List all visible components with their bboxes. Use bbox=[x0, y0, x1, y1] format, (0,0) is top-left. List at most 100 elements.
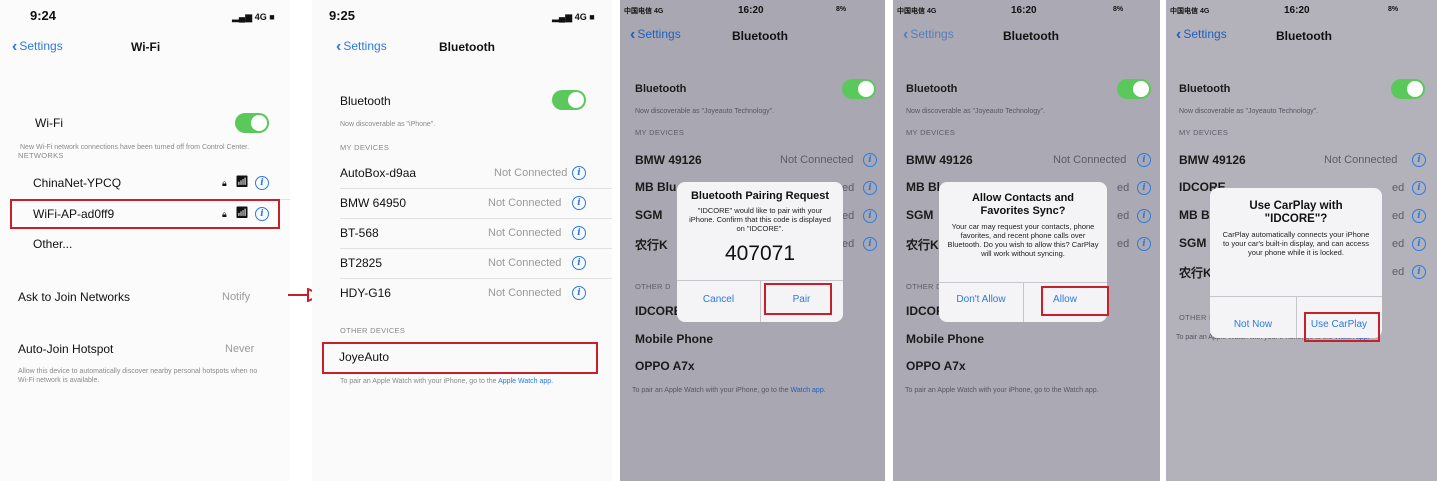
bluetooth-label: Bluetooth bbox=[635, 83, 687, 95]
wifi-settings-screen: 9:24 ▂▄▆ 4G ■ ‹ Settings Wi-Fi Wi-Fi New … bbox=[0, 0, 290, 481]
info-icon[interactable]: i bbox=[1412, 265, 1426, 279]
info-icon[interactable]: i bbox=[1412, 209, 1426, 223]
device-name[interactable]: Mobile Phone bbox=[635, 332, 713, 346]
back-button[interactable]: ‹ Settings bbox=[1176, 26, 1227, 44]
auto-join-note: Allow this device to automatically disco… bbox=[18, 368, 258, 384]
back-button[interactable]: ‹ Settings bbox=[336, 38, 387, 56]
dialog-body: "IDCORE" would like to pair with your iP… bbox=[689, 206, 831, 233]
info-icon[interactable]: i bbox=[1412, 153, 1426, 167]
wifi-toggle[interactable] bbox=[235, 113, 269, 133]
device-row[interactable]: BT2825 Not Connected i bbox=[312, 250, 612, 278]
device-name[interactable]: 农行K bbox=[635, 236, 668, 253]
dialog-title: Use CarPlay with "IDCORE"? bbox=[1249, 200, 1343, 225]
device-name[interactable]: Mobile Phone bbox=[906, 332, 984, 346]
auto-join-value[interactable]: Never bbox=[225, 343, 254, 355]
auto-join-label: Auto-Join Hotspot bbox=[18, 342, 114, 356]
bluetooth-toggle[interactable] bbox=[1117, 79, 1151, 99]
info-icon[interactable]: i bbox=[572, 166, 586, 180]
device-name[interactable]: BMW 49126 bbox=[1179, 153, 1246, 167]
device-name: HDY-G16 bbox=[340, 286, 391, 300]
networks-header: NETWORKS bbox=[18, 151, 64, 160]
device-status: ed bbox=[1392, 238, 1405, 250]
back-button[interactable]: ‹ Settings bbox=[12, 38, 63, 56]
cancel-button[interactable]: Cancel bbox=[677, 294, 760, 305]
status-signal: ▂▄▆ 4G ■ bbox=[232, 12, 275, 22]
not-now-button[interactable]: Not Now bbox=[1210, 319, 1296, 330]
chevron-left-icon: ‹ bbox=[630, 26, 636, 43]
highlight-box bbox=[1304, 312, 1380, 342]
dialog-title: Bluetooth Pairing Request bbox=[690, 190, 830, 202]
info-icon[interactable]: i bbox=[1412, 237, 1426, 251]
info-icon[interactable]: i bbox=[572, 226, 586, 240]
device-status: Not Connected bbox=[1324, 154, 1398, 166]
device-name[interactable]: SGM bbox=[635, 208, 662, 222]
device-name[interactable]: 农行K bbox=[906, 236, 939, 253]
device-row[interactable]: AutoBox-d9aa Not Connected i bbox=[312, 160, 612, 188]
bluetooth-note: Now discoverable as "Joyeauto Technology… bbox=[635, 108, 775, 115]
bluetooth-toggle[interactable] bbox=[842, 79, 876, 99]
status-carrier: 中国电信 4G bbox=[897, 8, 937, 15]
info-icon[interactable]: i bbox=[255, 176, 269, 190]
device-name[interactable]: SGM bbox=[1179, 236, 1206, 250]
other-devices-header: OTHER DEVICES bbox=[340, 326, 406, 335]
device-name[interactable]: 农行K bbox=[1179, 264, 1212, 281]
info-icon[interactable]: i bbox=[863, 153, 877, 167]
carplay-prompt-screen: 中国电信 4G 16:20 8% ‹ Settings Bluetooth Blu… bbox=[1166, 0, 1437, 481]
device-name[interactable]: OPPO A7x bbox=[635, 359, 695, 373]
highlight-box bbox=[322, 342, 598, 374]
status-time: 16:20 bbox=[1284, 5, 1310, 16]
watch-app-link[interactable]: Watch app. bbox=[791, 387, 826, 394]
device-status: ed bbox=[842, 210, 855, 222]
bluetooth-note: Now discoverable as "iPhone". bbox=[340, 121, 436, 128]
device-row[interactable]: BMW 64950 Not Connected i bbox=[312, 190, 612, 218]
device-status: ed bbox=[1392, 266, 1405, 278]
page-title: Bluetooth bbox=[732, 29, 788, 43]
info-icon[interactable]: i bbox=[863, 237, 877, 251]
info-icon[interactable]: i bbox=[1137, 237, 1151, 251]
page-title: Bluetooth bbox=[1276, 29, 1332, 43]
status-time: 9:25 bbox=[329, 8, 356, 23]
info-icon[interactable]: i bbox=[1137, 153, 1151, 167]
back-button[interactable]: ‹ Settings bbox=[903, 26, 954, 44]
back-button[interactable]: ‹ Settings bbox=[630, 26, 681, 44]
highlight-box bbox=[1041, 286, 1109, 316]
info-icon[interactable]: i bbox=[1137, 209, 1151, 223]
device-row[interactable]: BT-568 Not Connected i bbox=[312, 220, 612, 248]
device-status: ed bbox=[1392, 182, 1405, 194]
chevron-left-icon: ‹ bbox=[12, 38, 18, 55]
info-icon[interactable]: i bbox=[1412, 181, 1426, 195]
device-name[interactable]: OPPO A7x bbox=[906, 359, 966, 373]
device-name[interactable]: IDCORE bbox=[635, 304, 682, 318]
page-title: Bluetooth bbox=[1003, 29, 1059, 43]
status-battery: 8% bbox=[836, 6, 847, 13]
network-name: ChinaNet-YPCQ bbox=[33, 176, 122, 190]
bluetooth-toggle[interactable] bbox=[552, 90, 586, 110]
wifi-label: Wi-Fi bbox=[35, 116, 63, 130]
bluetooth-toggle[interactable] bbox=[1391, 79, 1425, 99]
device-name[interactable]: BMW 49126 bbox=[906, 153, 973, 167]
network-row[interactable]: ChinaNet-YPCQ 🔒︎ 📶︎ i bbox=[0, 168, 290, 198]
status-battery: 8% bbox=[1388, 6, 1399, 13]
my-devices-header: MY DEVICES bbox=[635, 128, 685, 137]
info-icon[interactable]: i bbox=[1137, 181, 1151, 195]
info-icon[interactable]: i bbox=[572, 286, 586, 300]
info-icon[interactable]: i bbox=[863, 209, 877, 223]
ask-to-join-value[interactable]: Notify bbox=[222, 291, 250, 303]
status-time: 9:24 bbox=[30, 8, 57, 23]
my-devices-header: MY DEVICES bbox=[340, 143, 390, 152]
info-icon[interactable]: i bbox=[572, 256, 586, 270]
other-network[interactable]: Other... bbox=[33, 237, 72, 251]
dont-allow-button[interactable]: Don't Allow bbox=[939, 294, 1023, 305]
ask-to-join-label: Ask to Join Networks bbox=[18, 290, 131, 304]
device-name[interactable]: BMW 49126 bbox=[635, 153, 702, 167]
chevron-left-icon: ‹ bbox=[336, 38, 342, 55]
other-devices-header: OTHER D bbox=[635, 282, 671, 291]
watch-app-link[interactable]: Apple Watch app. bbox=[498, 378, 553, 385]
chevron-left-icon: ‹ bbox=[1176, 26, 1182, 43]
info-icon[interactable]: i bbox=[572, 196, 586, 210]
device-name[interactable]: SGM bbox=[906, 208, 933, 222]
info-icon[interactable]: i bbox=[863, 181, 877, 195]
device-name[interactable]: MB Blu bbox=[635, 180, 676, 194]
status-carrier: 中国电信 4G bbox=[1170, 8, 1210, 15]
device-row[interactable]: HDY-G16 Not Connected i bbox=[312, 280, 612, 308]
